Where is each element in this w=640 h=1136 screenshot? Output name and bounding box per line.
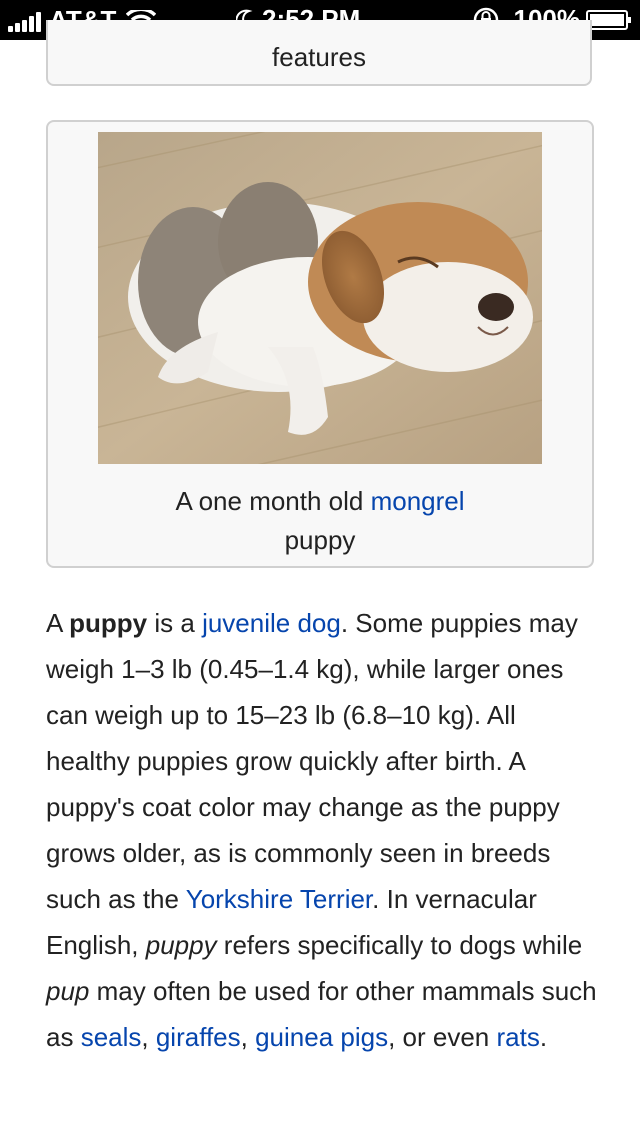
juvenile-dog-link[interactable]: juvenile dog: [202, 608, 341, 638]
text-run: is a: [147, 608, 203, 638]
text-run: .: [539, 1022, 548, 1052]
battery-icon: [586, 9, 631, 30]
article-paragraph: A puppy is a juvenile dog. Some puppies …: [46, 600, 606, 1060]
text-run: . Some puppies may weigh 1–3 lb (0.45–1.…: [46, 608, 578, 914]
italic-term-puppy: puppy: [145, 930, 217, 960]
italic-term-pup: pup: [46, 976, 90, 1006]
mongrel-link[interactable]: mongrel: [371, 486, 465, 516]
text-run: , or even: [388, 1022, 497, 1052]
caption-text: A one month old: [175, 486, 371, 516]
yorkshire-terrier-link[interactable]: Yorkshire Terrier: [186, 884, 372, 914]
previous-card-caption: features: [272, 42, 366, 72]
figure-caption: A one month old mongrel puppy: [68, 482, 572, 560]
bold-term-puppy: puppy: [69, 608, 148, 638]
rats-link[interactable]: rats: [497, 1022, 540, 1052]
text-run: A: [46, 608, 70, 638]
text-run: refers specifically to dogs while: [216, 930, 583, 960]
puppy-photo[interactable]: [98, 132, 542, 464]
figure-card: A one month old mongrel puppy: [46, 120, 594, 568]
caption-text-end: puppy: [284, 525, 356, 555]
seals-link[interactable]: seals: [81, 1022, 142, 1052]
guinea-pigs-link[interactable]: guinea pigs: [255, 1022, 388, 1052]
giraffes-link[interactable]: giraffes: [156, 1022, 241, 1052]
text-run: ,: [240, 1022, 256, 1052]
text-run: ,: [141, 1022, 156, 1052]
signal-icon: [8, 10, 43, 32]
previous-infobox-card: features: [46, 20, 592, 86]
